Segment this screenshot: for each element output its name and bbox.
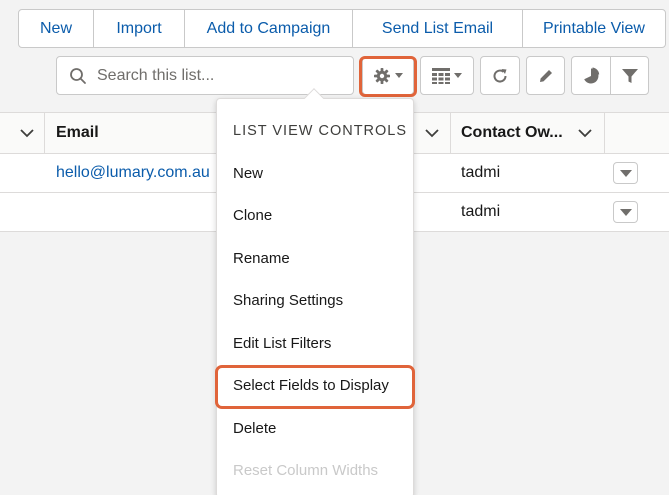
row-action-menu[interactable] bbox=[613, 201, 638, 223]
search-placeholder: Search this list... bbox=[97, 66, 215, 84]
search-icon bbox=[70, 67, 86, 84]
refresh-icon bbox=[493, 68, 507, 83]
search-list-input[interactable]: Search this list... bbox=[56, 56, 354, 95]
email-column-chevron[interactable] bbox=[425, 113, 445, 153]
owner-cell: tadmi bbox=[461, 203, 501, 220]
menu-header: LIST VIEW CONTROLS bbox=[233, 123, 408, 139]
chevron-down-icon bbox=[619, 208, 632, 216]
pencil-icon bbox=[539, 69, 552, 82]
filter-icon bbox=[621, 68, 638, 83]
column-divider bbox=[450, 113, 451, 153]
menu-item-new[interactable]: New bbox=[233, 165, 263, 182]
list-view-controls-button[interactable] bbox=[362, 56, 414, 95]
chevron-down-icon bbox=[20, 128, 34, 137]
row-action-menu[interactable] bbox=[613, 162, 638, 184]
import-button[interactable]: Import bbox=[94, 10, 185, 47]
menu-item-clone[interactable]: Clone bbox=[233, 207, 272, 224]
chevron-down-icon bbox=[454, 73, 462, 78]
chevron-down-icon bbox=[578, 128, 592, 137]
send-list-email-button[interactable]: Send List Email bbox=[353, 10, 523, 47]
chevron-down-icon bbox=[425, 128, 439, 137]
menu-item-edit-list-filters[interactable]: Edit List Filters bbox=[233, 335, 331, 352]
menu-item-delete[interactable]: Delete bbox=[233, 420, 276, 437]
column-header-label: Contact Ow... bbox=[461, 124, 563, 141]
row-actions-chevron[interactable] bbox=[20, 113, 40, 153]
chevron-down-icon bbox=[619, 169, 632, 177]
owner-column-chevron[interactable] bbox=[578, 113, 598, 153]
printable-view-button[interactable]: Printable View bbox=[523, 10, 665, 47]
gear-icon bbox=[374, 67, 390, 84]
table-view-icon bbox=[432, 67, 450, 84]
new-button[interactable]: New bbox=[19, 10, 94, 47]
email-cell[interactable]: hello@lumary.com.au bbox=[56, 154, 210, 192]
column-divider bbox=[604, 113, 605, 153]
menu-item-rename[interactable]: Rename bbox=[233, 250, 290, 267]
chevron-down-icon bbox=[395, 73, 403, 78]
column-header-label: Email bbox=[56, 124, 99, 141]
refresh-button[interactable] bbox=[480, 56, 520, 95]
list-view-header: New Import Add to Campaign Send List Ema… bbox=[0, 0, 669, 112]
action-button-group: New Import Add to Campaign Send List Ema… bbox=[18, 9, 666, 48]
menu-item-select-fields[interactable]: Select Fields to Display bbox=[233, 377, 389, 394]
owner-cell: tadmi bbox=[461, 164, 501, 181]
add-to-campaign-button[interactable]: Add to Campaign bbox=[185, 10, 353, 47]
display-as-button[interactable] bbox=[420, 56, 474, 95]
column-divider bbox=[44, 113, 45, 153]
column-header-contact-owner[interactable]: Contact Ow... bbox=[461, 113, 563, 153]
edit-list-button[interactable] bbox=[526, 56, 565, 95]
list-view-controls-menu: LIST VIEW CONTROLS New Clone Rename Shar… bbox=[215, 88, 415, 495]
column-header-email[interactable]: Email bbox=[56, 113, 99, 153]
menu-item-reset-column-widths: Reset Column Widths bbox=[233, 462, 379, 479]
filters-button[interactable] bbox=[610, 56, 649, 95]
menu-item-sharing-settings[interactable]: Sharing Settings bbox=[233, 292, 343, 309]
charts-button[interactable] bbox=[571, 56, 611, 95]
chart-icon bbox=[584, 67, 600, 83]
